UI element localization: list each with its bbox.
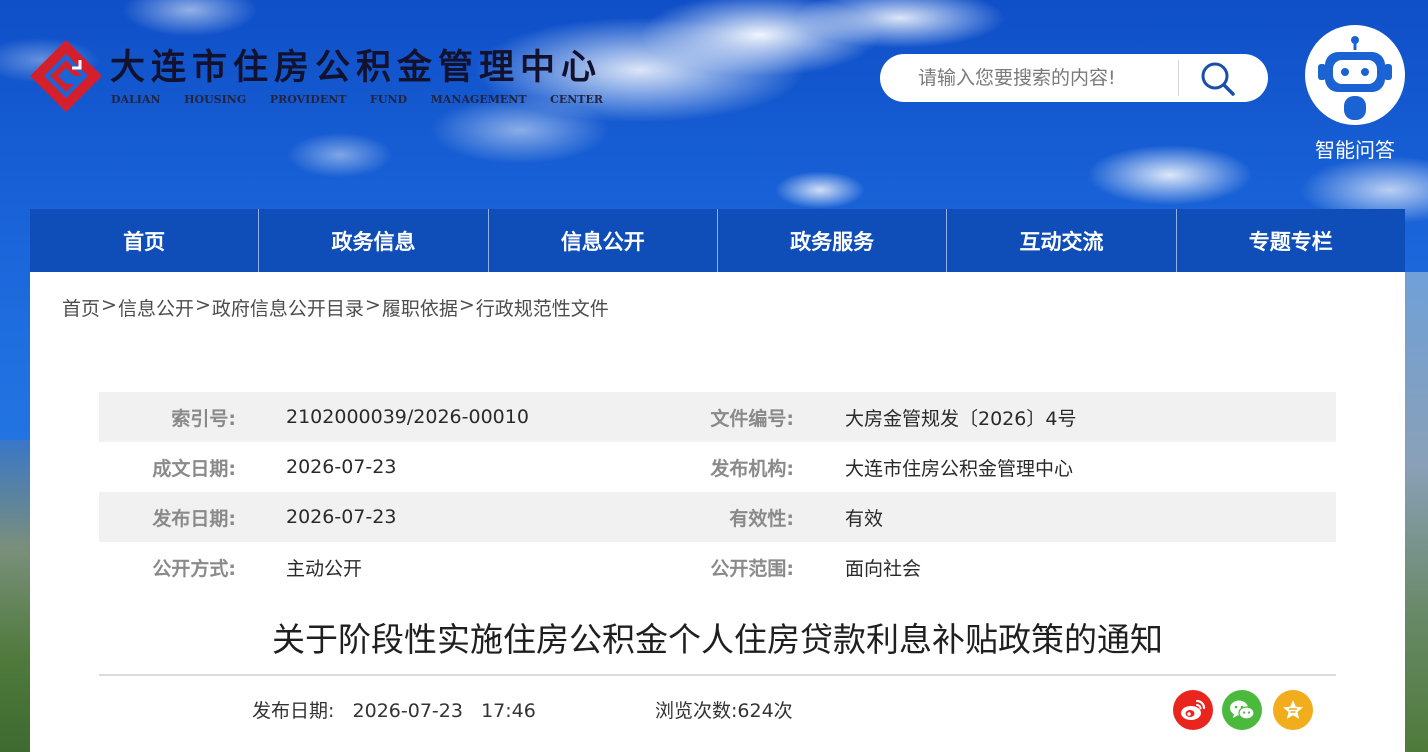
meta-key-doc-number: 文件编号: bbox=[710, 407, 794, 430]
breadcrumb: 首页 > 信息公开 > 政府信息公开目录 > 履职依据 > 行政规范性文件 bbox=[62, 294, 609, 321]
share-weibo-button[interactable] bbox=[1173, 690, 1213, 730]
breadcrumb-link-catalog[interactable]: 政府信息公开目录 bbox=[212, 294, 364, 321]
robot-assistant-icon[interactable] bbox=[1304, 24, 1406, 130]
meta-value-publish-date: 2026-07-23 bbox=[286, 506, 397, 528]
main-nav: 首页 政务信息 信息公开 政务服务 互动交流 专题专栏 bbox=[30, 209, 1405, 272]
subtitle-word: PROVIDENT bbox=[269, 93, 347, 106]
search-button[interactable] bbox=[1180, 54, 1268, 102]
meta-value-doc-number: 大房金管规发〔2026〕4号 bbox=[845, 407, 1077, 430]
meta-value-disclosure-scope: 面向社会 bbox=[845, 557, 922, 580]
search-icon bbox=[1201, 62, 1235, 96]
subtitle-word: DALIAN bbox=[111, 93, 161, 106]
meta-key-disclosure-method: 公开方式: bbox=[152, 557, 236, 580]
view-count: 浏览次数:624次 bbox=[655, 696, 793, 723]
meta-row: 公开方式: 主动公开 公开范围: 面向社会 bbox=[99, 542, 1336, 592]
nav-item-info-disclosure[interactable]: 信息公开 bbox=[487, 209, 717, 272]
search-box bbox=[880, 54, 1268, 102]
document-meta-table: 索引号: 2102000039/2026-00010 文件编号: 大房金管规发〔… bbox=[99, 392, 1336, 592]
content-panel: 首页 > 信息公开 > 政府信息公开目录 > 履职依据 > 行政规范性文件 索引… bbox=[30, 272, 1405, 752]
star-icon bbox=[1283, 700, 1303, 719]
breadcrumb-link-duties-basis[interactable]: 履职依据 bbox=[382, 294, 458, 321]
favorite-button[interactable] bbox=[1273, 690, 1313, 730]
subtitle-word: HOUSING bbox=[184, 93, 247, 106]
subtitle-word: CENTER bbox=[550, 93, 603, 106]
nav-item-interaction[interactable]: 互动交流 bbox=[946, 209, 1175, 272]
nav-item-government-info[interactable]: 政务信息 bbox=[258, 209, 487, 272]
meta-value-issuer: 大连市住房公积金管理中心 bbox=[845, 457, 1074, 480]
wechat-icon bbox=[1230, 700, 1255, 720]
meta-value-written-date: 2026-07-23 bbox=[286, 456, 397, 478]
publish-label: 发布日期: bbox=[252, 700, 335, 722]
breadcrumb-separator: > bbox=[458, 294, 475, 316]
share-wechat-button[interactable] bbox=[1222, 690, 1262, 730]
meta-key-disclosure-scope: 公开范围: bbox=[710, 557, 794, 580]
breadcrumb-separator: > bbox=[364, 294, 381, 316]
breadcrumb-separator: > bbox=[101, 294, 117, 316]
meta-value-validity: 有效 bbox=[845, 507, 884, 530]
meta-row: 发布日期: 2026-07-23 有效性: 有效 bbox=[99, 492, 1336, 542]
city-background-right bbox=[1405, 272, 1428, 752]
subtitle-word: MANAGEMENT bbox=[430, 93, 527, 106]
meta-key-publish-date: 发布日期: bbox=[152, 507, 236, 530]
meta-key-index: 索引号: bbox=[171, 407, 236, 430]
meta-key-issuer: 发布机构: bbox=[710, 457, 794, 480]
meta-row: 索引号: 2102000039/2026-00010 文件编号: 大房金管规发〔… bbox=[99, 392, 1336, 442]
title-divider bbox=[99, 674, 1336, 676]
logo-icon[interactable] bbox=[28, 38, 104, 114]
breadcrumb-link-info-disclosure[interactable]: 信息公开 bbox=[118, 294, 194, 321]
publish-time: 17:46 bbox=[481, 700, 536, 722]
meta-value-index: 2102000039/2026-00010 bbox=[286, 406, 529, 428]
views-value: 624次 bbox=[737, 700, 793, 722]
publish-date: 2026-07-23 bbox=[352, 700, 463, 722]
breadcrumb-link-home[interactable]: 首页 bbox=[62, 294, 100, 321]
site-title[interactable]: 大连市住房公积金管理中心 bbox=[110, 48, 602, 88]
meta-row: 成文日期: 2026-07-23 发布机构: 大连市住房公积金管理中心 bbox=[99, 442, 1336, 492]
site-subtitle: DALIAN HOUSING PROVIDENT FUND MANAGEMENT… bbox=[111, 93, 603, 107]
publish-info: 发布日期: 2026-07-23 17:46 bbox=[252, 696, 536, 723]
nav-item-home[interactable]: 首页 bbox=[30, 209, 258, 272]
meta-value-disclosure-method: 主动公开 bbox=[286, 557, 363, 580]
article-title: 关于阶段性实施住房公积金个人住房贷款利息补贴政策的通知 bbox=[272, 620, 1163, 659]
views-label: 浏览次数: bbox=[655, 700, 738, 722]
subtitle-word: FUND bbox=[370, 93, 408, 106]
meta-key-validity: 有效性: bbox=[729, 507, 794, 530]
search-input[interactable] bbox=[902, 54, 1172, 102]
search-divider bbox=[1178, 60, 1179, 96]
meta-key-written-date: 成文日期: bbox=[152, 457, 236, 480]
nav-item-government-services[interactable]: 政务服务 bbox=[716, 209, 946, 272]
nav-item-special-topics[interactable]: 专题专栏 bbox=[1175, 209, 1405, 272]
breadcrumb-link-normative-documents[interactable]: 行政规范性文件 bbox=[476, 294, 609, 321]
city-background-left bbox=[0, 440, 30, 752]
assistant-label[interactable]: 智能问答 bbox=[1306, 138, 1404, 162]
breadcrumb-separator: > bbox=[194, 294, 211, 316]
weibo-icon bbox=[1181, 699, 1206, 720]
